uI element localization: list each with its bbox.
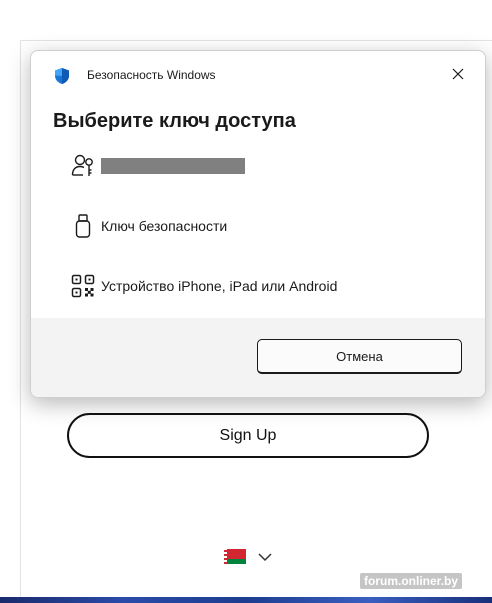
watermark: forum.onliner.by <box>360 573 463 589</box>
option-label-security-key: Ключ безопасности <box>101 218 228 234</box>
windows-security-shield-icon <box>55 68 69 84</box>
user-key-icon <box>69 152 97 180</box>
language-selector[interactable] <box>224 549 272 564</box>
sign-up-label: Sign Up <box>219 426 277 444</box>
usb-key-icon <box>69 212 97 240</box>
taskbar-strip <box>0 597 492 603</box>
chevron-down-icon <box>258 552 272 561</box>
belarus-flag-icon <box>224 549 246 564</box>
dialog-titlebar: Безопасность Windows <box>31 51 485 97</box>
cancel-button[interactable]: Отмена <box>257 339 462 374</box>
option-security-key[interactable]: Ключ безопасности <box>45 204 471 248</box>
sign-up-button[interactable]: Sign Up <box>67 413 429 458</box>
dialog-title: Безопасность Windows <box>87 68 216 82</box>
redacted-account-name <box>101 158 245 174</box>
close-icon <box>452 68 464 80</box>
close-button[interactable] <box>449 65 467 83</box>
passkey-dialog: Безопасность Windows Выберите ключ досту… <box>30 50 486 398</box>
option-saved-passkey[interactable] <box>45 144 471 188</box>
screen: Sign Up forum.onliner.by Безопасность Wi… <box>0 0 492 603</box>
cancel-label: Отмена <box>336 348 383 364</box>
qr-code-icon <box>69 272 97 300</box>
dialog-heading: Выберите ключ доступа <box>53 110 296 132</box>
option-label-phone-device: Устройство iPhone, iPad или Android <box>101 278 338 294</box>
option-phone-device[interactable]: Устройство iPhone, iPad или Android <box>45 264 471 308</box>
